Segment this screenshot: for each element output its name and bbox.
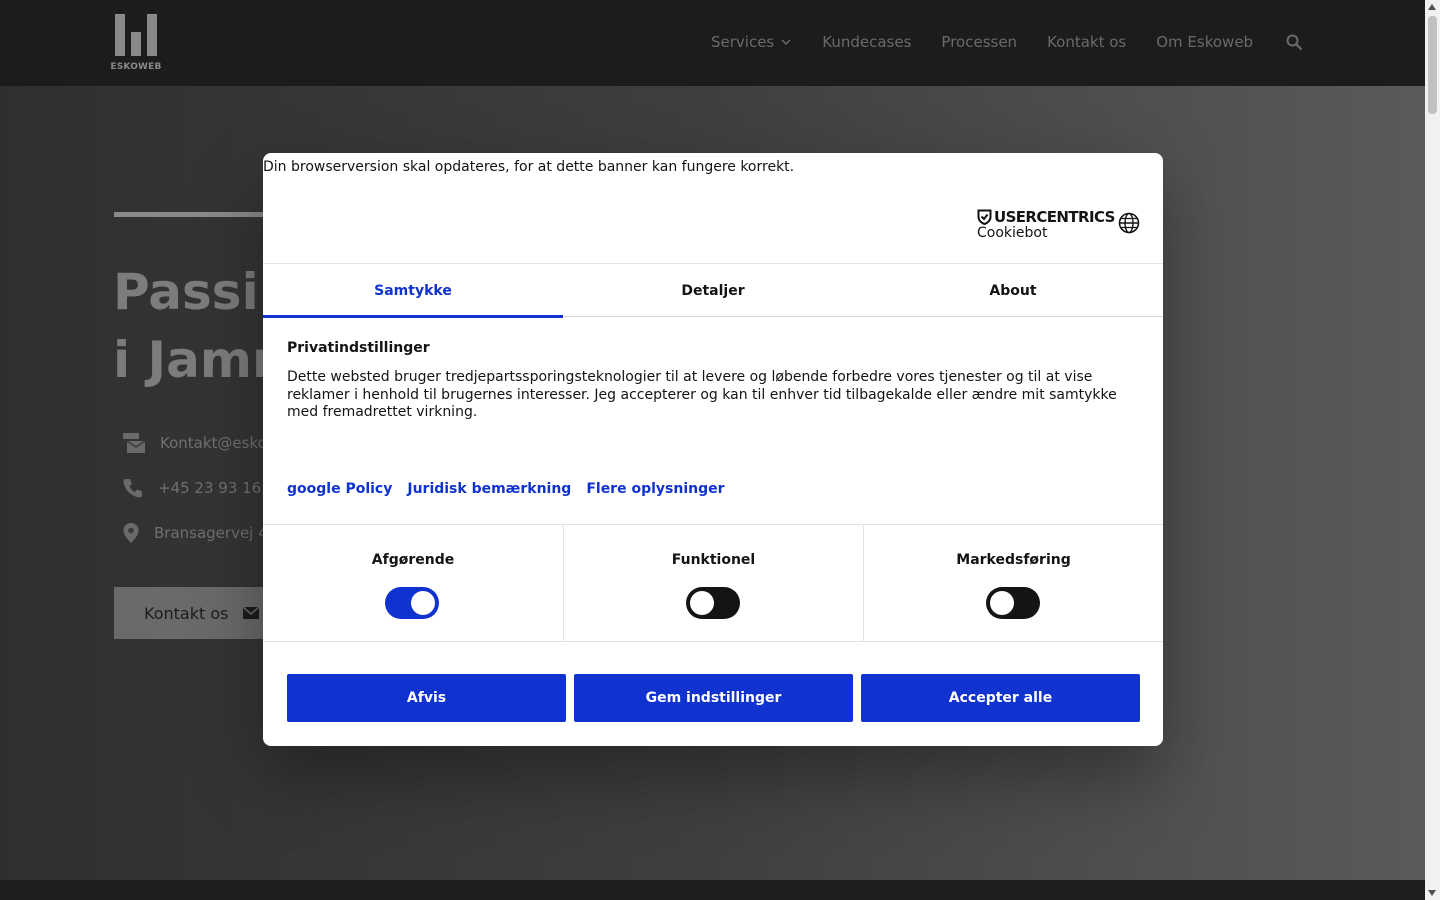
toggle-knob xyxy=(990,591,1014,615)
category-label: Funktionel xyxy=(671,552,756,568)
footer-strip xyxy=(0,880,1425,900)
nav-item-kontakt[interactable]: Kontakt os xyxy=(1047,33,1126,51)
nav-item-om-eskoweb[interactable]: Om Eskoweb xyxy=(1156,33,1253,51)
location-pin-icon xyxy=(123,523,139,543)
reject-button[interactable]: Afvis xyxy=(287,674,566,722)
main-nav: Services Kundecases Processen Kontakt os… xyxy=(711,33,1283,51)
save-settings-button[interactable]: Gem indstillinger xyxy=(574,674,853,722)
logo-wordmark: ESKOWEB xyxy=(110,62,162,72)
consent-categories: Afgørende Funktionel Markedsføring xyxy=(263,524,1163,642)
scroll-down-icon[interactable] xyxy=(1428,890,1436,896)
tab-detaljer[interactable]: Detaljer xyxy=(563,264,863,317)
category-markedsforing: Markedsføring xyxy=(863,525,1163,641)
hero-divider xyxy=(114,212,274,217)
shield-check-icon xyxy=(977,209,992,225)
globe-icon[interactable] xyxy=(1118,212,1140,234)
toggle-knob xyxy=(690,591,714,615)
privacy-text: Dette websted bruger tredjepartssporings… xyxy=(287,369,1117,420)
scroll-up-icon[interactable] xyxy=(1428,4,1436,10)
nav-item-label: Services xyxy=(711,33,775,51)
phone-icon xyxy=(123,479,142,498)
page-scrollbar[interactable] xyxy=(1425,0,1440,900)
search-icon[interactable] xyxy=(1286,34,1303,51)
cookie-consent-dialog: Din browserversion skal opdateres, for a… xyxy=(263,153,1163,746)
category-funktionel: Funktionel xyxy=(563,525,863,641)
link-flere-oplysninger[interactable]: Flere oplysninger xyxy=(586,481,724,497)
category-afgorende: Afgørende xyxy=(263,525,563,641)
nav-item-kundecases[interactable]: Kundecases xyxy=(822,33,911,51)
policy-links: google Policy Juridisk bemærkning Flere … xyxy=(287,481,740,497)
contact-email-text: Kontakt@esko xyxy=(160,434,267,452)
site-header: ESKOWEB Services Kundecases Processen Ko… xyxy=(0,0,1425,86)
brand-name-text: USERCENTRICS xyxy=(994,208,1115,226)
brand-name: USERCENTRICS xyxy=(977,208,1115,226)
category-label: Markedsføring xyxy=(956,552,1071,568)
hero-contact-button[interactable]: Kontakt os xyxy=(114,587,274,639)
category-label: Afgørende xyxy=(371,552,455,568)
toggle-afgorende[interactable] xyxy=(385,587,439,619)
dialog-actions: Afvis Gem indstillinger Accepter alle xyxy=(287,674,1148,722)
link-juridisk[interactable]: Juridisk bemærkning xyxy=(407,481,571,497)
contact-address-text: Bransagervej 4 xyxy=(154,524,268,542)
envelope-icon xyxy=(242,606,260,619)
contact-email[interactable]: Kontakt@esko xyxy=(122,432,267,454)
tab-samtykke[interactable]: Samtykke xyxy=(263,264,563,318)
cookiebot-brand[interactable]: USERCENTRICS Cookiebot xyxy=(977,208,1115,242)
nav-item-services[interactable]: Services xyxy=(711,33,792,51)
contact-phone[interactable]: +45 23 93 16 9 xyxy=(122,477,276,499)
tab-about[interactable]: About xyxy=(863,264,1163,317)
toggle-knob xyxy=(411,591,435,615)
nav-item-processen[interactable]: Processen xyxy=(941,33,1017,51)
contact-phone-text: +45 23 93 16 9 xyxy=(158,479,276,497)
hero-contact-label: Kontakt os xyxy=(144,603,229,623)
toggle-markedsforing[interactable] xyxy=(986,587,1040,619)
link-google-policy[interactable]: google Policy xyxy=(287,481,392,497)
scroll-thumb[interactable] xyxy=(1428,16,1437,114)
dialog-tabs: Samtykke Detaljer About xyxy=(263,263,1163,318)
mail-icon xyxy=(123,433,146,453)
accept-all-button[interactable]: Accepter alle xyxy=(861,674,1140,722)
logo-bars-icon xyxy=(115,14,157,56)
toggle-funktionel[interactable] xyxy=(686,587,740,619)
eskoweb-logo[interactable]: ESKOWEB xyxy=(110,14,162,74)
brand-sub: Cookiebot xyxy=(977,225,1048,241)
browser-warning: Din browserversion skal opdateres, for a… xyxy=(263,159,795,175)
contact-address[interactable]: Bransagervej 4 xyxy=(122,522,268,544)
privacy-title: Privatindstillinger xyxy=(287,340,430,356)
chevron-down-icon xyxy=(781,39,791,46)
